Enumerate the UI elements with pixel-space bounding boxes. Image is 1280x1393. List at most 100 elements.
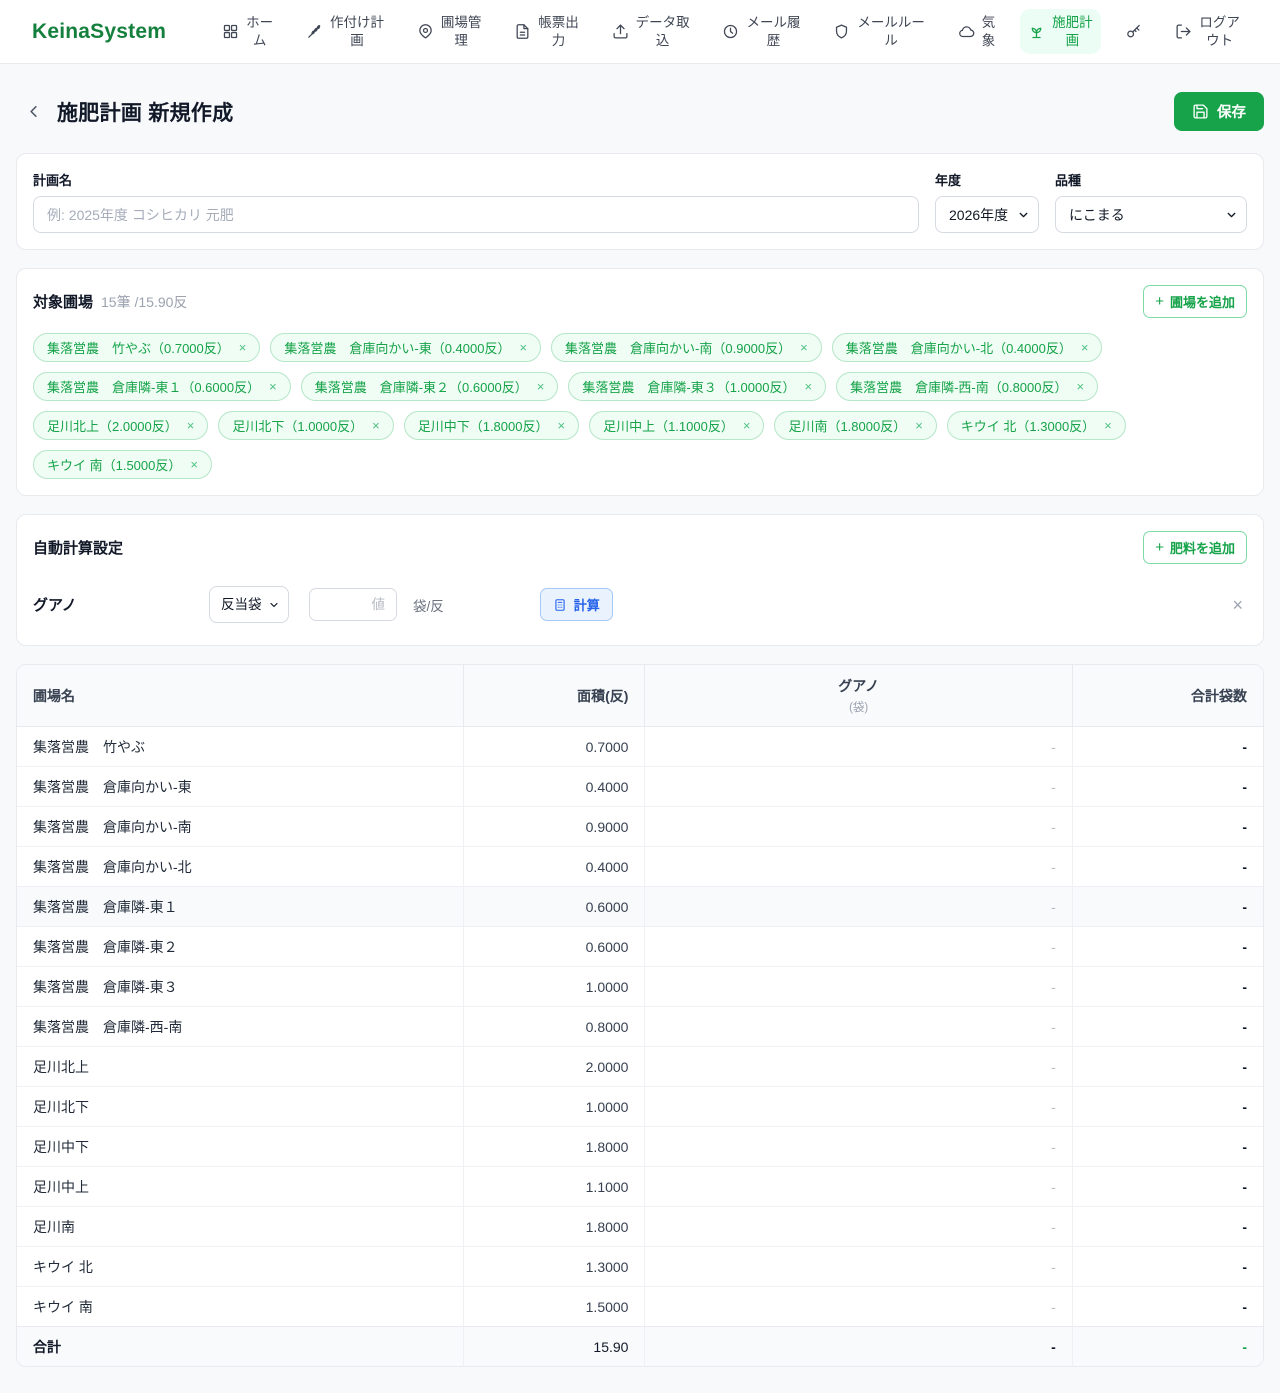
- remove-field-icon[interactable]: ×: [1076, 380, 1084, 393]
- nav-item-label: 作付け計 画: [330, 14, 384, 49]
- remove-field-icon[interactable]: ×: [537, 380, 545, 393]
- remove-field-icon[interactable]: ×: [743, 419, 751, 432]
- field-chip[interactable]: 集落営農 倉庫隣-東２（0.6000反）×: [301, 372, 559, 401]
- field-name-cell: 足川中上: [17, 1167, 463, 1207]
- remove-field-icon[interactable]: ×: [557, 419, 565, 432]
- field-chip-label: 集落営農 倉庫向かい-北（0.4000反）: [846, 338, 1072, 357]
- remove-field-icon[interactable]: ×: [800, 341, 808, 354]
- add-fertilizer-button[interactable]: + 肥料を追加: [1143, 531, 1247, 564]
- remove-field-icon[interactable]: ×: [1104, 419, 1112, 432]
- add-field-button[interactable]: + 圃場を追加: [1143, 285, 1247, 318]
- field-chip-label: 足川中上（1.1000反）: [603, 416, 734, 435]
- remove-field-icon[interactable]: ×: [269, 380, 277, 393]
- app-logo[interactable]: KeinaSystem: [32, 20, 166, 44]
- nav-item-report-output[interactable]: 帳票出 力: [506, 9, 587, 54]
- field-chip[interactable]: 足川南（1.8000反）×: [774, 411, 936, 440]
- target-fields-summary: 15筆 /15.90反: [101, 292, 187, 312]
- nav-item-weather[interactable]: 気 象: [950, 9, 1004, 54]
- remove-field-icon[interactable]: ×: [190, 458, 198, 471]
- year-select[interactable]: 2026年度: [935, 196, 1039, 233]
- field-chip[interactable]: 集落営農 倉庫向かい-南（0.9000反）×: [551, 333, 822, 362]
- total-bags-cell: -: [1072, 1287, 1263, 1327]
- field-chip[interactable]: 集落営農 倉庫向かい-東（0.4000反）×: [270, 333, 541, 362]
- nav-item-data-import[interactable]: データ取 込: [604, 9, 698, 54]
- nav-item-cropping-plan[interactable]: 作付け計 画: [298, 9, 392, 54]
- variety-label: 品種: [1055, 170, 1247, 189]
- nav-item-home[interactable]: ホー ム: [214, 9, 281, 54]
- calculate-button-label: 計算: [574, 595, 600, 614]
- table-row: 集落営農 倉庫向かい-東0.4000--: [17, 767, 1263, 807]
- remove-field-icon[interactable]: ×: [239, 341, 247, 354]
- fertilizer-bags-cell: -: [645, 967, 1072, 1007]
- nav-item-fertilization-plan[interactable]: 施肥計 画: [1020, 9, 1101, 54]
- field-chip[interactable]: キウイ 北（1.3000反）×: [947, 411, 1126, 440]
- remove-field-icon[interactable]: ×: [372, 419, 380, 432]
- field-chip[interactable]: 集落営農 倉庫隣-東３（1.0000反）×: [568, 372, 826, 401]
- table-row: 集落営農 倉庫隣-東３1.0000--: [17, 967, 1263, 1007]
- fertilizer-bags-cell: -: [645, 1247, 1072, 1287]
- back-button[interactable]: [24, 102, 43, 121]
- field-chip[interactable]: 足川北上（2.0000反）×: [33, 411, 208, 440]
- field-name-cell: 集落営農 倉庫隣-東２: [17, 927, 463, 967]
- map-pin-icon: [417, 23, 434, 40]
- nav-item-logout[interactable]: ログア ウト: [1167, 9, 1248, 54]
- field-name-cell: キウイ 南: [17, 1287, 463, 1327]
- plan-name-input[interactable]: [33, 196, 919, 233]
- total-bags-cell: -: [1072, 1087, 1263, 1127]
- field-name-cell: 集落営農 倉庫隣-東３: [17, 967, 463, 1007]
- nav-item-label: 帳票出 力: [538, 14, 579, 49]
- field-chip[interactable]: キウイ 南（1.5000反） ×: [33, 450, 212, 479]
- remove-field-icon[interactable]: ×: [187, 419, 195, 432]
- fertilizer-bags-cell: -: [645, 767, 1072, 807]
- field-chip[interactable]: 集落営農 倉庫向かい-北（0.4000反） ×: [832, 333, 1103, 362]
- add-field-button-label: 圃場を追加: [1170, 292, 1235, 311]
- fertilizer-bags-cell: -: [645, 1127, 1072, 1167]
- calc-value-input[interactable]: [309, 588, 397, 621]
- field-chip[interactable]: 集落営農 倉庫隣-西-南（0.8000反）×: [836, 372, 1098, 401]
- total-bags-cell: -: [1072, 847, 1263, 887]
- header-fertilizer: グアノ (袋): [645, 665, 1072, 727]
- field-chip[interactable]: 足川中上（1.1000反） ×: [589, 411, 764, 440]
- remove-field-icon[interactable]: ×: [915, 419, 923, 432]
- calc-mode-select[interactable]: 反当袋数: [209, 586, 289, 623]
- field-chip[interactable]: 集落営農 竹やぶ（0.7000反）×: [33, 333, 260, 362]
- fertilizer-bags-cell: -: [645, 1207, 1072, 1247]
- field-chip-label: 足川北下（1.0000反）: [232, 416, 363, 435]
- nav-item-password[interactable]: [1117, 18, 1150, 45]
- area-cell: 1.0000: [463, 967, 645, 1007]
- field-chip[interactable]: 足川北下（1.0000反） ×: [218, 411, 393, 440]
- table-row: キウイ 北1.3000--: [17, 1247, 1263, 1287]
- area-cell: 1.0000: [463, 1087, 645, 1127]
- area-cell: 1.1000: [463, 1167, 645, 1207]
- field-name-cell: 足川中下: [17, 1127, 463, 1167]
- table-row: 足川南1.8000--: [17, 1207, 1263, 1247]
- area-cell: 1.5000: [463, 1287, 645, 1327]
- field-name-cell: 集落営農 倉庫隣-東１: [17, 887, 463, 927]
- remove-field-icon[interactable]: ×: [804, 380, 812, 393]
- auto-calc-card: 自動計算設定 + 肥料を追加 グアノ 反当袋数 袋/反 計算 ×: [16, 514, 1264, 646]
- total-bags-cell: -: [1072, 1207, 1263, 1247]
- field-chip-label: キウイ 南（1.5000反）: [47, 455, 181, 474]
- remove-field-icon[interactable]: ×: [1081, 341, 1089, 354]
- field-chip-list: 集落営農 竹やぶ（0.7000反）× 集落営農 倉庫向かい-東（0.4000反）×…: [33, 333, 1247, 479]
- save-button[interactable]: 保存: [1174, 92, 1264, 131]
- table-row: キウイ 南1.5000--: [17, 1287, 1263, 1327]
- remove-field-icon[interactable]: ×: [519, 341, 527, 354]
- area-cell: 0.8000: [463, 1007, 645, 1047]
- nav-item-mail-rules[interactable]: メールルー ル: [825, 9, 933, 54]
- total-bags-cell: -: [1072, 727, 1263, 767]
- field-name-cell: 足川南: [17, 1207, 463, 1247]
- remove-fertilizer-icon[interactable]: ×: [1228, 596, 1247, 614]
- nav-item-field-management[interactable]: 圃場管 理: [409, 9, 490, 54]
- target-fields-title: 対象圃場: [33, 291, 93, 312]
- calculate-button[interactable]: 計算: [540, 588, 613, 621]
- variety-select[interactable]: にこまる: [1055, 196, 1247, 233]
- nav-item-mail-history[interactable]: メール履 歴: [714, 9, 808, 54]
- field-chip[interactable]: 足川中下（1.8000反）×: [404, 411, 579, 440]
- wheat-icon: [306, 23, 323, 40]
- plan-name-label: 計画名: [33, 170, 919, 189]
- field-chip[interactable]: 集落営農 倉庫隣-東１（0.6000反）×: [33, 372, 291, 401]
- top-navbar: KeinaSystem ホー ム作付け計 画圃場管 理帳票出 力データ取 込メー…: [0, 0, 1280, 64]
- save-button-label: 保存: [1217, 101, 1246, 122]
- table-row: 集落営農 倉庫向かい-北0.4000--: [17, 847, 1263, 887]
